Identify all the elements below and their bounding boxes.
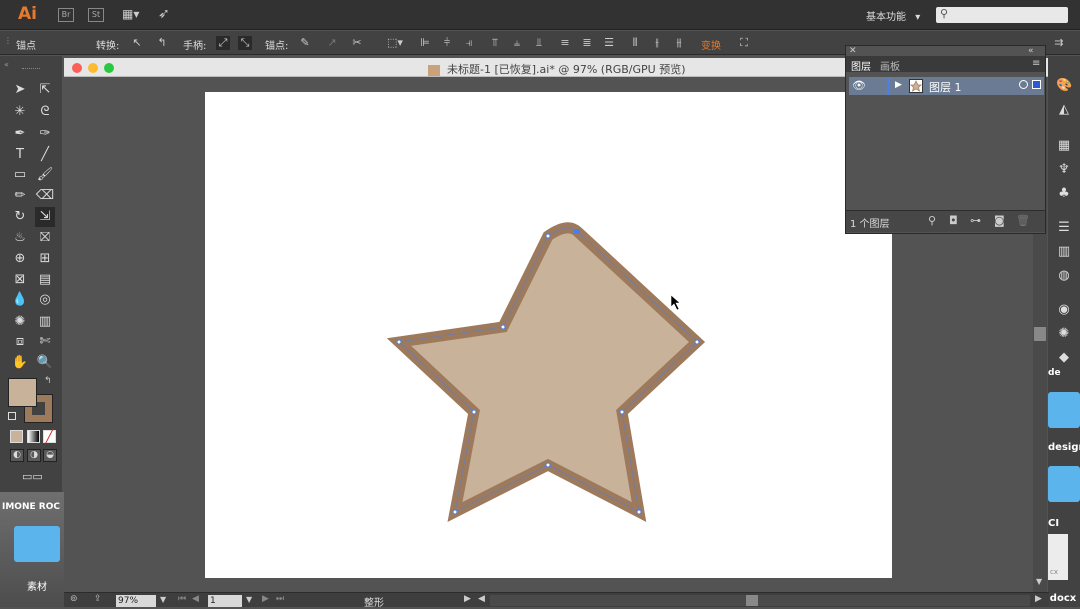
anchor-point[interactable] (636, 509, 642, 515)
layers-panel-icon[interactable]: ◆ (1056, 350, 1072, 366)
selected-anchor-point[interactable] (574, 229, 580, 234)
zoom-dropdown-icon[interactable]: ▼ (160, 595, 166, 604)
stroke-panel-icon[interactable]: ☰ (1056, 220, 1072, 236)
artboard-field[interactable]: 1 (208, 595, 242, 607)
color-guide-icon[interactable]: ◭ (1056, 102, 1072, 118)
gradient-panel-icon[interactable]: ▥ (1056, 244, 1072, 260)
graphic-styles-icon[interactable]: ✺ (1056, 326, 1072, 342)
color-panel-icon[interactable]: 🎨 (1056, 78, 1072, 94)
star-shape[interactable] (386, 222, 706, 522)
close-panel-icon[interactable]: ✕ (849, 46, 857, 56)
new-layer-icon[interactable]: ◙ (994, 214, 1005, 227)
appearance-icon[interactable]: ◉ (1056, 302, 1072, 318)
anchor-point[interactable] (471, 409, 477, 415)
desktop-label-design: design (1048, 442, 1080, 453)
expand-arrow-icon[interactable]: ▶ (895, 80, 902, 90)
layer-row[interactable]: 👁 ▶ 图层 1 (849, 77, 1044, 95)
gpu-toggle-icon[interactable]: ⊚ (70, 594, 78, 604)
horizontal-scrollbar[interactable] (490, 595, 1030, 606)
anchor-point[interactable] (619, 409, 625, 415)
next-artboard-icon[interactable]: ▶ (262, 594, 269, 604)
desktop-label-ci: CI (1048, 518, 1060, 529)
target-icon[interactable] (1019, 80, 1028, 89)
artboard-dropdown-icon[interactable]: ▼ (246, 595, 252, 604)
new-sublayer-icon[interactable]: ⊶ (970, 214, 981, 227)
scroll-down-icon[interactable]: ▼ (1036, 577, 1042, 586)
symbols-icon[interactable]: ♣ (1056, 186, 1072, 202)
scroll-thumb[interactable] (746, 595, 758, 606)
desktop-label-docx: .docx (1046, 593, 1077, 604)
right-panel-strip: 🎨 ◭ ▦ ♆ ♣ ☰ ▥ ◍ ◉ ✺ ◆ de design CI cx .d… (1046, 56, 1080, 607)
visibility-eye-icon[interactable]: 👁 (852, 79, 866, 92)
layers-footer: 1 个图层 ⚲ ◘ ⊶ ◙ 🗑 (846, 210, 1045, 232)
document-file-icon[interactable]: cx (1048, 534, 1068, 580)
selection-indicator[interactable] (1032, 80, 1041, 89)
anchor-point[interactable] (694, 339, 700, 345)
collapse-panel-icon[interactable]: « (1028, 46, 1034, 56)
anchor-point[interactable] (545, 462, 551, 468)
swatches-icon[interactable]: ▦ (1056, 138, 1072, 154)
layer-thumbnail (909, 79, 923, 93)
status-bar: ⊚ ⇪ 97% ▼ ⏮ ◀ 1 ▼ ▶ ⏭ 整形 ▶ ◀ ▶ (64, 592, 1049, 609)
layers-panel: ✕ « 图层 画板 ≡ 👁 ▶ 图层 1 1 个图层 ⚲ ◘ ⊶ ◙ 🗑 (845, 45, 1046, 234)
layer-name[interactable]: 图层 1 (929, 79, 962, 95)
status-menu-icon[interactable]: ▶ (464, 594, 471, 604)
transparency-icon[interactable]: ◍ (1056, 268, 1072, 284)
anchor-point[interactable] (452, 509, 458, 515)
folder-icon[interactable] (1048, 392, 1080, 428)
last-artboard-icon[interactable]: ⏭ (276, 594, 284, 604)
scroll-thumb[interactable] (1034, 327, 1046, 341)
first-artboard-icon[interactable]: ⏮ (178, 594, 186, 604)
scroll-left-icon[interactable]: ◀ (478, 594, 485, 604)
locate-object-icon[interactable]: ⚲ (928, 214, 936, 227)
share-icon[interactable]: ⇪ (94, 594, 102, 604)
scroll-right-icon[interactable]: ▶ (1035, 594, 1042, 604)
zoom-field[interactable]: 97% (116, 595, 156, 607)
layer-count: 1 个图层 (850, 219, 890, 230)
anchor-point[interactable] (545, 233, 551, 239)
layers-tabs: 图层 画板 ≡ (846, 56, 1045, 73)
brushes-icon[interactable]: ♆ (1056, 162, 1072, 178)
clipping-mask-icon[interactable]: ◘ (949, 214, 958, 227)
tab-layers[interactable]: 图层 (851, 58, 871, 73)
folder-icon[interactable] (1048, 466, 1080, 502)
panel-menu-icon[interactable]: ≡ (1032, 58, 1040, 69)
layer-color-indicator (887, 77, 890, 95)
mouse-cursor-icon (670, 294, 681, 311)
prev-artboard-icon[interactable]: ◀ (192, 594, 199, 604)
anchor-point[interactable] (500, 324, 506, 330)
anchor-point[interactable] (396, 339, 402, 345)
desktop-label-de: de (1048, 368, 1061, 378)
delete-layer-icon[interactable]: 🗑 (1016, 214, 1030, 227)
tab-artboards[interactable]: 画板 (880, 58, 900, 73)
